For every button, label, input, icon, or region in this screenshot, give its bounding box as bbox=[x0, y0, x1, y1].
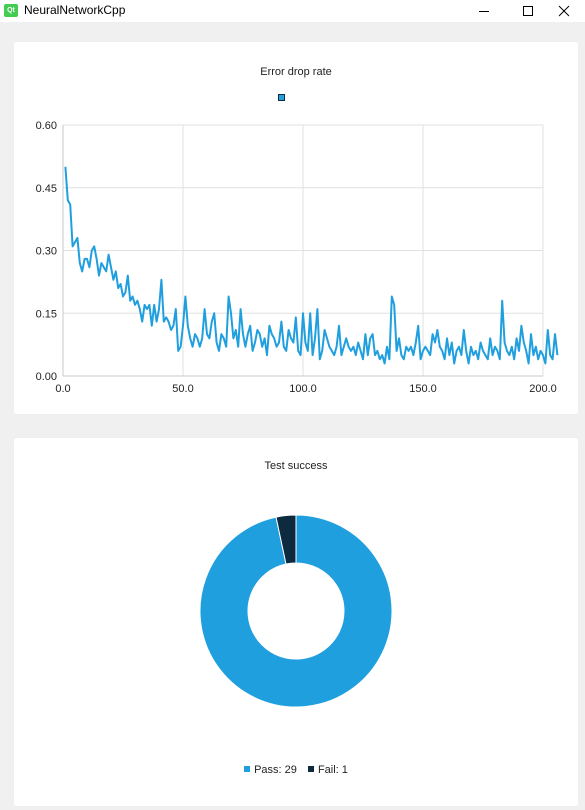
close-icon bbox=[558, 5, 570, 17]
title-bar: Qt NeuralNetworkCpp bbox=[0, 0, 585, 22]
qt-app-icon: Qt bbox=[4, 4, 18, 17]
legend-swatch-pass bbox=[244, 766, 251, 772]
y-tick-label: 0.45 bbox=[36, 183, 57, 195]
line-chart-title: Error drop rate bbox=[260, 66, 332, 78]
x-tick-label: 100.0 bbox=[289, 383, 317, 395]
minimize-button[interactable] bbox=[461, 0, 507, 22]
maximize-icon bbox=[523, 6, 533, 16]
minimize-icon bbox=[479, 11, 489, 12]
x-tick-label: 0.0 bbox=[55, 383, 70, 395]
y-tick-label: 0.15 bbox=[36, 308, 57, 320]
test-success-donut-chart bbox=[199, 514, 393, 708]
y-tick-label: 0.60 bbox=[36, 120, 57, 132]
x-tick-label: 200.0 bbox=[529, 383, 557, 395]
y-tick-label: 0.30 bbox=[36, 246, 57, 258]
pie-legend: Pass: 29 Fail: 1 bbox=[14, 764, 578, 776]
legend-label-pass: Pass: 29 bbox=[254, 764, 297, 776]
legend-swatch-fail bbox=[307, 766, 314, 772]
window-title: NeuralNetworkCpp bbox=[24, 3, 126, 17]
legend-item-pass: Pass: 29 bbox=[244, 764, 297, 776]
legend-label-fail: Fail: 1 bbox=[317, 764, 348, 776]
pie-chart-title: Test success bbox=[264, 460, 328, 472]
x-tick-label: 150.0 bbox=[409, 383, 437, 395]
legend-item-fail: Fail: 1 bbox=[307, 764, 348, 776]
y-tick-label: 0.00 bbox=[36, 371, 57, 383]
x-tick-label: 50.0 bbox=[172, 383, 193, 395]
error-line-chart: 0.0 50.0 100.0 150.0 200.0 0.00 0.15 0.30 0.45 0.… bbox=[36, 94, 559, 395]
error-chart-panel: Error drop rate 0.0 50.0 100.0 150.0 200.0 0.… bbox=[14, 42, 578, 414]
error-series-line bbox=[64, 166, 559, 365]
close-button[interactable] bbox=[541, 0, 585, 22]
test-success-panel: Test success Pass: 29 Fail: 1 bbox=[14, 438, 578, 806]
legend-marker bbox=[278, 94, 285, 101]
